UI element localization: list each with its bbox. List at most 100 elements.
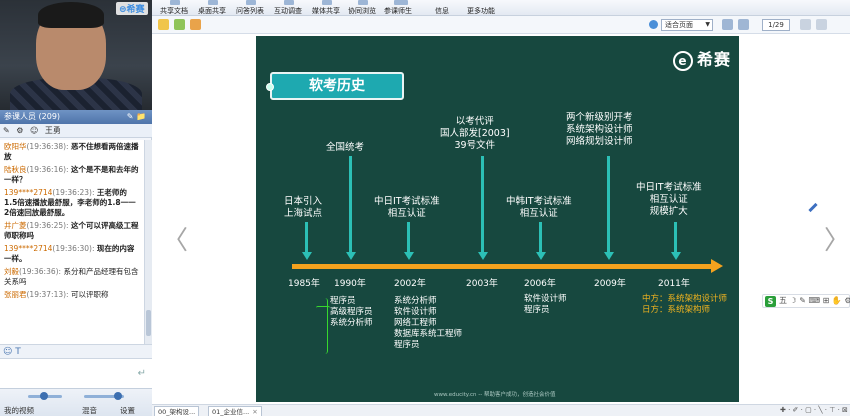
open-folder-icon[interactable]: [158, 19, 169, 30]
more-icon: [398, 0, 408, 5]
prev-page-icon[interactable]: [738, 19, 749, 30]
chat-message: 张丽君(19:37:13): 可以评职称: [4, 290, 140, 300]
event-line: 相互认证: [519, 208, 558, 219]
logo-mark: e: [672, 50, 693, 71]
roles-2002: 系统分析师 软件设计师 网络工程师 数据库系统工程师 程序员: [394, 296, 462, 351]
page-number-value: 1/29: [768, 21, 784, 29]
zoom-select[interactable]: 适合页面 ▼: [661, 19, 713, 31]
tab-label: 00_架构设...: [158, 408, 196, 416]
chat-sender: 欧阳华: [4, 142, 27, 151]
toolbar-info-label[interactable]: 信息: [435, 6, 449, 16]
members-tools-icon[interactable]: ✎ 📁: [127, 110, 146, 124]
chat-scroll-thumb[interactable]: [146, 310, 151, 336]
slide-title-box: 软考历史: [266, 72, 404, 100]
floating-tools-label[interactable]: 五 ☽ ✎ ⌨ ⊞ ✋ ⚙: [779, 296, 850, 305]
send-icon[interactable]: ↵: [138, 368, 146, 379]
upload-icon[interactable]: [190, 19, 201, 30]
chat-tools[interactable]: ☺ T: [0, 344, 152, 358]
role-item: 软件设计师: [524, 294, 567, 304]
chat-message: 139****2714(19:36:23): 王老师的1.5倍速播放最舒服，李老…: [4, 188, 140, 218]
event-2006: 中韩IT考试标准 相互认证: [506, 196, 572, 220]
year-label: 2011年: [658, 279, 690, 289]
role-item: 高级程序员: [330, 307, 373, 317]
timeline-pillar-head: [346, 252, 356, 260]
speaker-volume-knob[interactable]: [114, 392, 122, 400]
role-item: 系统分析师: [394, 296, 437, 306]
chat-sender: 张丽君: [4, 290, 27, 299]
user-icon: ☺: [29, 126, 39, 135]
teacher-video: ⊜希赛: [0, 0, 152, 110]
role-item: 程序员: [524, 305, 550, 315]
speaker-volume-slider[interactable]: [84, 392, 124, 400]
chat-sender: 139****2714: [4, 244, 53, 253]
members-header[interactable]: 参课人员 (209) ✎ 📁: [0, 110, 152, 124]
last-page-icon[interactable]: [816, 19, 827, 30]
chat-input[interactable]: ↵: [0, 358, 152, 388]
mix-audio-button[interactable]: 混音: [82, 405, 97, 416]
new-page-icon[interactable]: [174, 19, 185, 30]
role-item: 日方：系统架构师: [642, 305, 711, 315]
toolbar-qa-list[interactable]: 问答列表: [236, 6, 264, 16]
sogou-icon[interactable]: S: [765, 296, 776, 307]
mic-volume-knob[interactable]: [40, 392, 48, 400]
timeline-pillar: [305, 222, 308, 254]
event-2002: 中日IT考试标准 相互认证: [374, 196, 440, 220]
chat-message: 陆秋良(19:36:16): 这个是不是和去年的一样？: [4, 165, 140, 185]
event-line: 规模扩大: [649, 206, 688, 217]
main-toolbar: 共享文档 桌面共享 问答列表 互动调查 媒体共享 协同浏览 参课师生 信息 更多…: [152, 0, 850, 16]
chat-time: (19:36:23):: [52, 188, 95, 197]
toolbar-survey[interactable]: 互动调查: [274, 6, 302, 16]
chat-text: 可以评职称: [70, 290, 109, 299]
floating-tool-strip[interactable]: S 五 ☽ ✎ ⌨ ⊞ ✋ ⚙: [762, 294, 850, 308]
toolbar-media-share[interactable]: 媒体共享: [312, 6, 340, 16]
chat-message: 井广菱(19:36:25): 这个可以评高级工程师职称吗: [4, 221, 140, 241]
timeline-pillar: [674, 222, 677, 254]
timeline-pillar: [349, 156, 352, 254]
zoom-select-value: 适合页面: [665, 21, 693, 29]
toolbar-more[interactable]: 更多功能: [467, 6, 495, 16]
document-toolbar: 适合页面 ▼ 1/29: [152, 16, 850, 34]
app-window: ⊜希赛 参课人员 (209) ✎ 📁 ✎ ⚙ ☺ 王勇 欧阳华(19:36:38…: [0, 0, 850, 416]
first-page-icon[interactable]: [722, 19, 733, 30]
timeline-axis: [292, 264, 712, 269]
mic-volume-slider[interactable]: [28, 392, 62, 400]
toolbar-attendees[interactable]: 参课师生: [384, 6, 412, 16]
roles-1990: 程序员 高级程序员 系统分析师: [330, 296, 373, 329]
my-video-button[interactable]: 我的视频: [4, 405, 34, 416]
annotation-tools[interactable]: ✚ · ✐ · ▢ · ╲ · ⊤ · ⊠: [780, 406, 848, 416]
chat-time: (19:36:30):: [52, 244, 95, 253]
chat-message: 刘毅(19:36:36): 系分和产品经理有包含关系吗: [4, 267, 140, 287]
settings-button[interactable]: 设置: [120, 405, 135, 416]
zoom-icon[interactable]: [649, 20, 658, 29]
emoji-icon[interactable]: ☺ T: [3, 347, 21, 357]
toolbar-share-doc[interactable]: 共享文档: [160, 6, 188, 16]
chat-time: (19:37:13):: [26, 290, 69, 299]
pen-icon[interactable]: ✎: [3, 126, 10, 135]
timeline-arrowhead: [711, 259, 723, 273]
qa-icon: [246, 0, 256, 5]
event-line: 相互认证: [387, 208, 426, 219]
next-page-icon[interactable]: [800, 19, 811, 30]
gear-icon[interactable]: ⚙: [16, 126, 23, 135]
chat-message: 欧阳华(19:36:38): 恶不住想看两倍速播放: [4, 142, 140, 162]
tab-label: 01_企业信...: [212, 408, 250, 416]
page-number-input[interactable]: 1/29: [762, 19, 790, 31]
cobrowse-icon: [358, 0, 368, 5]
chat-sender: 陆秋良: [4, 165, 27, 174]
tab-document[interactable]: 01_企业信... ✕: [208, 406, 262, 416]
chat-scrollbar[interactable]: [144, 140, 152, 344]
chat-time: (19:36:25):: [26, 221, 69, 230]
next-slide-arrow[interactable]: 〉: [824, 220, 850, 257]
survey-icon: [284, 0, 294, 5]
tab-document[interactable]: 00_架构设...: [154, 406, 200, 416]
toolbar-cobrowse[interactable]: 协同浏览: [348, 6, 376, 16]
event-2011: 中日IT考试标准 相互认证 规模扩大: [636, 182, 702, 218]
event-line: 上海试点: [284, 208, 323, 219]
prev-slide-arrow[interactable]: 〈: [162, 220, 188, 257]
timeline-pillar: [407, 222, 410, 254]
member-row[interactable]: ✎ ⚙ ☺ 王勇: [0, 124, 152, 138]
toolbar-desktop-share[interactable]: 桌面共享: [198, 6, 226, 16]
roles-2006: 软件设计师 程序员: [524, 294, 567, 316]
event-line: 相互认证: [649, 194, 688, 205]
close-icon[interactable]: ✕: [252, 408, 257, 416]
